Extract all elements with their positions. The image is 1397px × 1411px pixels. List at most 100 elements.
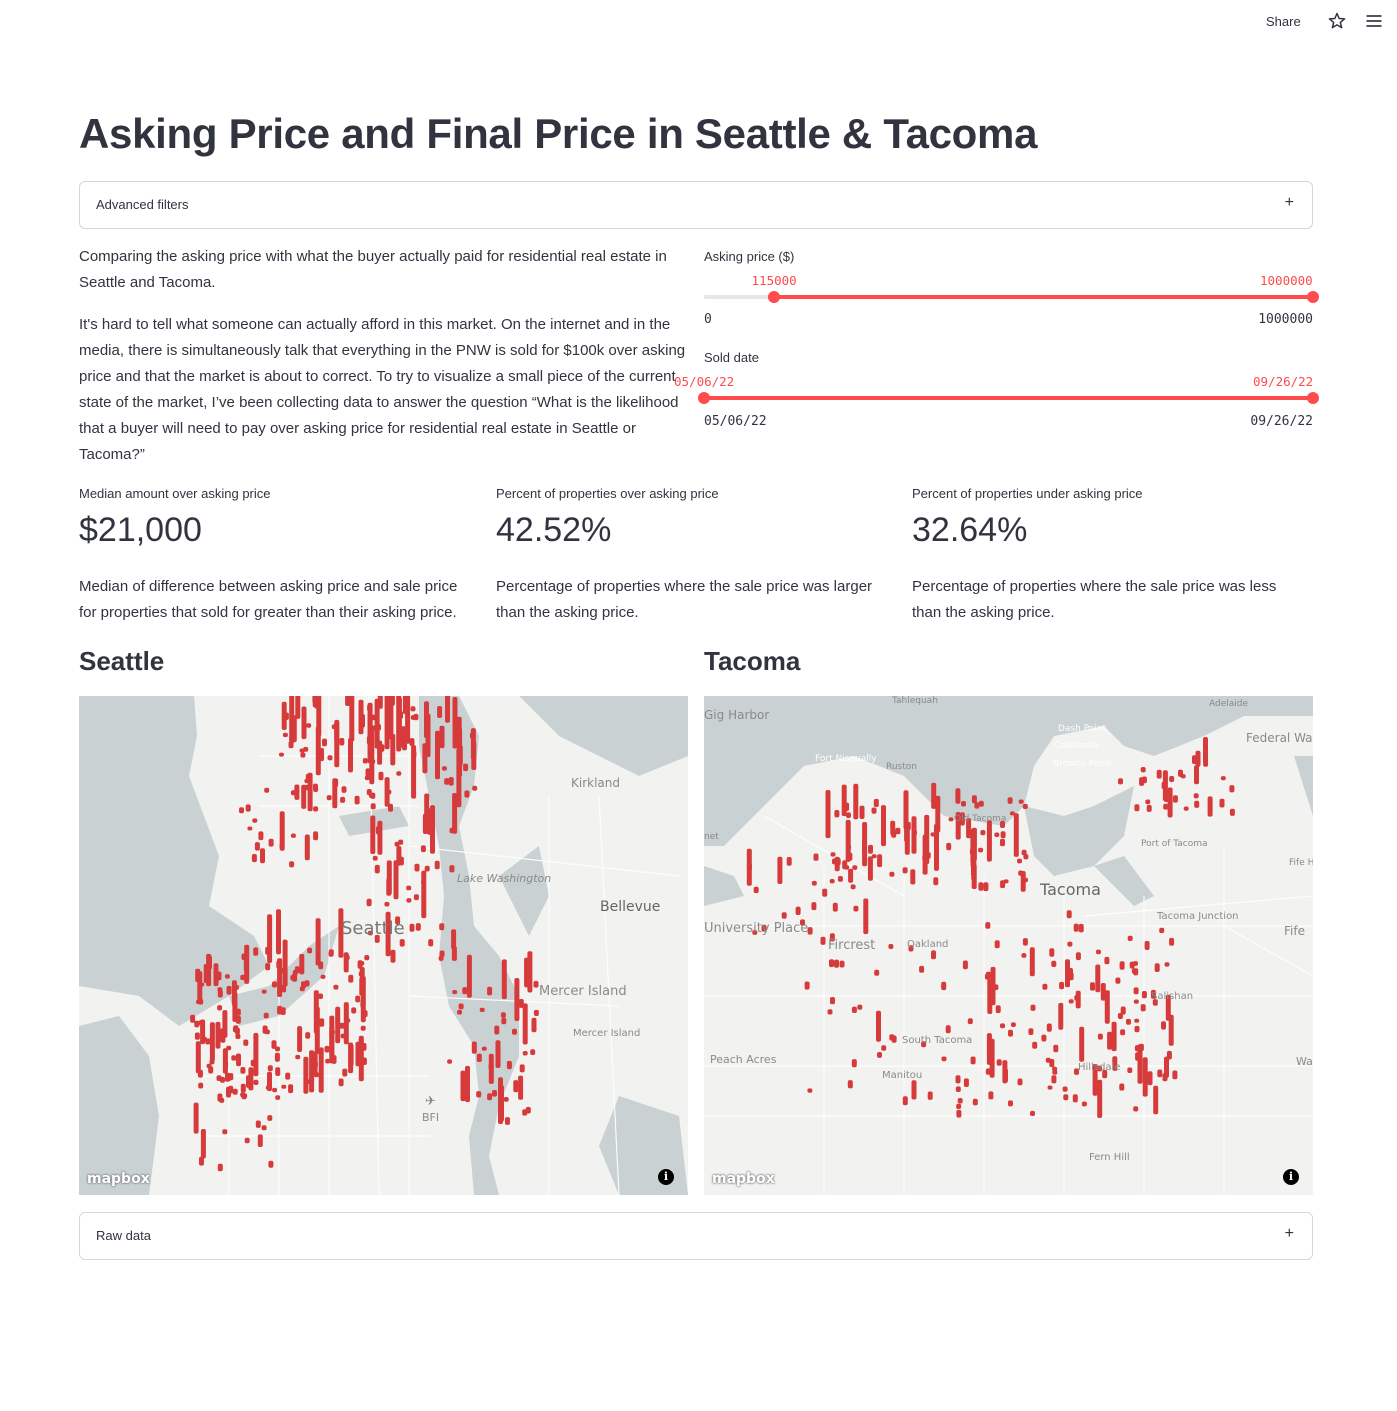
price-column-marker <box>1118 778 1123 785</box>
price-column-marker <box>333 984 339 990</box>
price-column-marker <box>306 723 312 728</box>
price-column-marker <box>1049 948 1055 957</box>
price-column-marker <box>452 793 458 834</box>
price-column-marker <box>1194 800 1200 808</box>
price-column-marker <box>435 730 440 780</box>
price-column-marker <box>1104 956 1110 965</box>
price-column-marker <box>424 701 429 739</box>
price-column-marker <box>1018 799 1024 804</box>
price-column-marker <box>922 855 928 861</box>
price-column-marker <box>358 699 364 735</box>
price-column-marker <box>328 949 334 956</box>
price-column-marker <box>1164 1056 1169 1078</box>
price-column-marker <box>295 1054 301 1060</box>
price-column-marker <box>1013 813 1019 857</box>
price-column-marker <box>1029 947 1035 977</box>
price-column-marker <box>1017 858 1022 864</box>
price-column-marker <box>367 712 373 764</box>
price-column-marker <box>254 842 260 851</box>
price-column-marker <box>463 763 469 772</box>
price-column-marker <box>985 971 991 979</box>
price-column-marker <box>384 777 390 807</box>
asking-price-low-handle[interactable] <box>768 291 781 303</box>
sold-date-track[interactable] <box>698 392 1319 404</box>
price-column-marker <box>314 1006 320 1055</box>
price-column-marker <box>257 1134 263 1147</box>
price-column-marker <box>1220 776 1226 781</box>
price-column-marker <box>853 783 859 820</box>
metric-percent-over-asking: Percent of properties over asking price … <box>496 486 896 626</box>
price-column-marker <box>1169 776 1175 782</box>
price-column-marker <box>829 959 834 968</box>
price-column-marker <box>1159 927 1165 934</box>
map-label-fircrest: Fircrest <box>828 938 876 953</box>
price-column-marker <box>452 990 458 995</box>
metric-label: Percent of properties under asking price <box>912 486 1143 501</box>
price-column-marker <box>853 905 859 912</box>
mapbox-logo[interactable]: mapbox <box>87 1171 150 1187</box>
map-label-federal-way: Federal Wa <box>1246 731 1313 745</box>
price-column-marker <box>301 706 307 740</box>
info-icon[interactable]: i <box>658 1169 674 1185</box>
price-column-marker <box>1100 983 1106 1001</box>
price-column-marker <box>322 738 327 747</box>
price-column-marker <box>365 768 371 777</box>
hamburger-menu-icon[interactable] <box>1364 11 1384 31</box>
price-column-marker <box>362 758 368 764</box>
price-column-marker <box>366 898 372 907</box>
raw-data-expander[interactable]: Raw data + <box>79 1212 1313 1260</box>
price-column-marker <box>301 784 307 809</box>
price-column-marker <box>830 997 835 1005</box>
price-column-marker <box>1007 797 1013 804</box>
asking-price-high-handle[interactable] <box>1307 291 1319 303</box>
price-column-marker <box>410 715 416 720</box>
price-column-marker <box>448 777 454 786</box>
metric-value: $21,000 <box>79 511 202 549</box>
metric-median-over-asking: Median amount over asking price $21,000 … <box>79 486 479 626</box>
price-column-marker <box>1142 1057 1148 1097</box>
share-button[interactable]: Share <box>1266 12 1301 32</box>
price-column-marker <box>876 1010 881 1042</box>
metric-value: 42.52% <box>496 511 612 549</box>
price-column-marker <box>1053 1044 1059 1053</box>
price-column-marker <box>851 1059 857 1068</box>
info-icon[interactable]: i <box>1283 1169 1299 1185</box>
price-column-marker <box>462 987 468 995</box>
asking-price-track[interactable] <box>704 291 1319 303</box>
mapbox-logo[interactable]: mapbox <box>712 1171 775 1187</box>
price-column-marker <box>304 834 310 861</box>
price-column-marker <box>1140 1004 1146 1012</box>
price-column-marker <box>457 727 463 777</box>
price-column-marker <box>410 706 416 712</box>
price-column-marker <box>374 864 380 874</box>
map-label-net: net <box>704 832 719 842</box>
price-column-marker <box>1067 941 1073 947</box>
advanced-filters-expander[interactable]: Advanced filters + <box>79 181 1313 229</box>
seattle-heading: Seattle <box>79 646 165 676</box>
price-column-marker <box>267 914 273 963</box>
price-column-marker <box>374 698 380 749</box>
map-label-wa: Wa <box>1296 1055 1313 1068</box>
asking-price-low-value: 115000 <box>751 273 797 288</box>
price-column-marker <box>986 820 992 862</box>
star-icon[interactable] <box>1327 11 1347 31</box>
price-column-marker <box>1144 941 1150 950</box>
price-column-marker <box>253 1079 259 1085</box>
price-column-marker <box>963 1078 969 1087</box>
price-column-marker <box>514 978 520 1021</box>
price-column-marker <box>522 1109 528 1116</box>
price-column-marker <box>345 1018 351 1023</box>
price-column-marker <box>260 848 265 864</box>
sold-date-high-value: 09/26/22 <box>1253 374 1314 389</box>
sold-date-high-handle[interactable] <box>1307 392 1319 404</box>
seattle-map[interactable]: Kirkland Lake Washington Seattle Bellevu… <box>79 696 688 1195</box>
sold-date-low-handle[interactable] <box>698 392 710 404</box>
price-column-marker <box>1078 923 1084 933</box>
price-column-marker <box>299 748 305 753</box>
price-column-marker <box>195 1041 201 1074</box>
price-column-marker <box>415 923 421 931</box>
price-column-marker <box>1075 952 1081 961</box>
tacoma-map[interactable]: Tahlequah Adelaide Gig Harbor Federal Wa… <box>704 696 1313 1195</box>
price-column-marker <box>471 1041 477 1054</box>
price-column-marker <box>394 841 400 847</box>
